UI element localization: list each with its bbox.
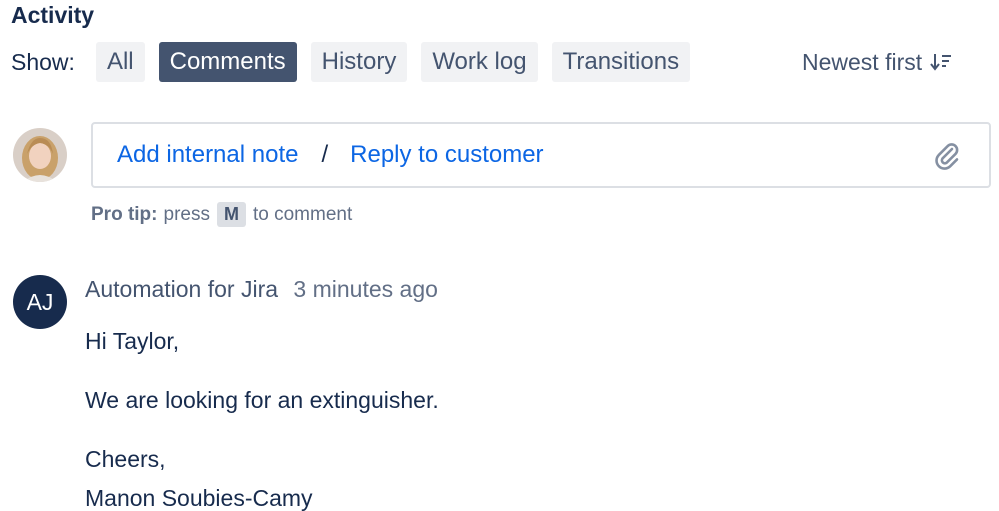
current-user-avatar	[13, 128, 67, 182]
pro-tip: Pro tip: press M to comment	[91, 202, 352, 227]
sort-order-button[interactable]: Newest first	[802, 42, 952, 82]
comment-line: Cheers,	[85, 446, 166, 472]
filter-comments-button[interactable]: Comments	[158, 42, 297, 82]
sort-order-label: Newest first	[802, 48, 923, 75]
filter-all-button[interactable]: All	[95, 42, 145, 82]
activity-title: Activity	[11, 2, 95, 28]
composer-separator: /	[321, 141, 329, 168]
pro-tip-label: Pro tip:	[91, 203, 158, 225]
keyboard-shortcut-key: M	[216, 202, 246, 227]
author-avatar: AJ	[13, 275, 67, 329]
pro-tip-press: press	[163, 203, 210, 225]
comment-timestamp[interactable]: 3 minutes ago	[293, 276, 437, 302]
activity-panel: Activity Show: All Comments History Work…	[0, 0, 999, 511]
paperclip-icon[interactable]	[931, 140, 963, 177]
pro-tip-suffix: to comment	[252, 203, 353, 225]
comment-line: We are looking for an extinguisher.	[85, 387, 439, 413]
add-internal-note-link[interactable]: Add internal note	[117, 141, 298, 169]
comment-composer[interactable]: Add internal note / Reply to customer	[91, 122, 991, 188]
comment-line: Manon Soubies-Camy	[85, 485, 313, 511]
comment-header: Automation for Jira 3 minutes ago	[85, 276, 438, 303]
sort-descending-icon	[930, 52, 952, 72]
activity-filter-bar: Show: All Comments History Work log Tran…	[11, 42, 704, 82]
filter-work-log-button[interactable]: Work log	[421, 42, 538, 82]
filter-history-button[interactable]: History	[310, 42, 408, 82]
reply-to-customer-link[interactable]: Reply to customer	[350, 141, 543, 169]
comment-author[interactable]: Automation for Jira	[85, 276, 278, 302]
show-label: Show:	[11, 48, 75, 75]
filter-transitions-button[interactable]: Transitions	[551, 42, 691, 82]
comment-line: Hi Taylor,	[85, 328, 180, 354]
